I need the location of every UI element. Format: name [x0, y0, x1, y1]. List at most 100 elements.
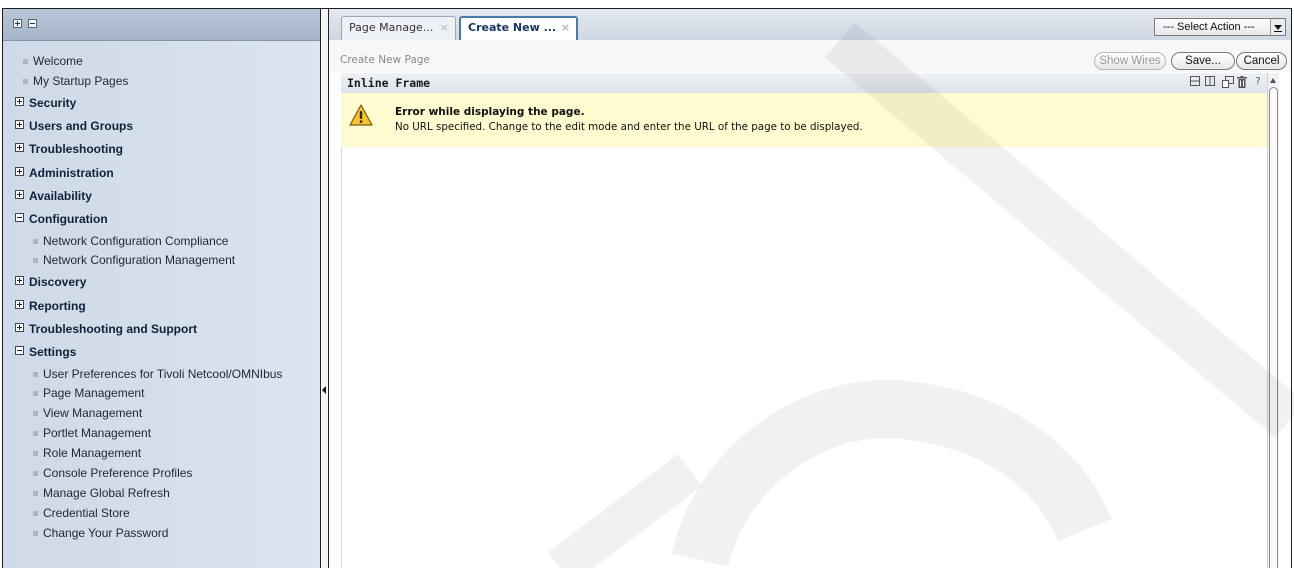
- error-title: Error while displaying the page.: [395, 106, 585, 118]
- nav-item-label: Users and Groups: [29, 119, 134, 134]
- expand-icon[interactable]: [15, 299, 24, 309]
- bullet-icon: [33, 431, 38, 437]
- console-window: Welcome My Startup Pages Security Users and…: [2, 8, 1292, 568]
- nav-item-label: View Management: [43, 406, 143, 421]
- expand-icon[interactable]: [15, 166, 24, 176]
- tab-label: Page Manage...: [349, 21, 434, 34]
- nav-category-configuration[interactable]: Configuration: [3, 208, 320, 231]
- inline-frame-body: [341, 147, 1267, 568]
- page-toolbar: Create New Page Show Wires Save... Cance…: [329, 40, 1291, 72]
- bullet-icon: [33, 411, 38, 417]
- main-content: Page Manage... × Create New ... × --- Se…: [329, 9, 1291, 568]
- nav-item-label: Welcome: [33, 54, 83, 68]
- expand-icon[interactable]: [15, 96, 24, 106]
- expand-icon[interactable]: [15, 189, 24, 199]
- nav-item-network-configuration-compliance[interactable]: Network Configuration Compliance: [3, 232, 320, 252]
- nav-category-reporting[interactable]: Reporting: [3, 295, 320, 318]
- nav-category-security[interactable]: Security: [3, 92, 320, 115]
- expand-icon[interactable]: [15, 143, 24, 153]
- collapse-nav-arrow-icon[interactable]: [322, 386, 326, 394]
- nav-item-label: Settings: [29, 345, 77, 360]
- nav-item-label: Credential Store: [43, 505, 130, 520]
- nav-item-console-preference-profiles[interactable]: Console Preference Profiles: [3, 464, 320, 484]
- minimize-icon[interactable]: [1190, 76, 1200, 88]
- portlet-title-bar: Inline Frame ?: [341, 73, 1267, 94]
- scrollbar-thumb[interactable]: [1269, 87, 1278, 568]
- bullet-icon: [33, 490, 38, 496]
- bullet-icon: [33, 530, 38, 536]
- bullet-icon: [33, 470, 38, 476]
- nav-item-label: Console Preference Profiles: [43, 465, 193, 480]
- bullet-icon: [33, 451, 38, 457]
- nav-item-label: Configuration: [29, 212, 108, 227]
- save-button[interactable]: Save...: [1171, 52, 1235, 70]
- scroll-up-arrow-icon[interactable]: [1270, 78, 1276, 83]
- bullet-icon: [33, 371, 38, 377]
- tab-create-new[interactable]: Create New ... ×: [459, 16, 578, 40]
- help-icon[interactable]: ?: [1253, 76, 1263, 88]
- nav-item-label: Network Configuration Compliance: [43, 233, 229, 248]
- nav-item-network-configuration-management[interactable]: Network Configuration Management: [3, 251, 320, 271]
- nav-item-credential-store[interactable]: Credential Store: [3, 504, 320, 524]
- maximize-icon[interactable]: [1205, 76, 1215, 88]
- select-action-value: --- Select Action ---: [1163, 21, 1255, 33]
- nav-item-label: Role Management: [43, 446, 142, 461]
- expand-all-icon[interactable]: [13, 19, 22, 28]
- nav-category-administration[interactable]: Administration: [3, 162, 320, 185]
- tab-label: Create New ...: [468, 21, 557, 34]
- vertical-scrollbar[interactable]: [1267, 73, 1279, 568]
- nav-item-label: Page Management: [43, 386, 145, 401]
- nav-header-bar: [3, 9, 320, 41]
- dropdown-arrow-icon[interactable]: [1270, 19, 1285, 35]
- nav-item-label: Change Your Password: [43, 525, 169, 540]
- nav-category-troubleshooting-and-support[interactable]: Troubleshooting and Support: [3, 318, 320, 341]
- close-tab-icon[interactable]: ×: [561, 18, 570, 38]
- bullet-icon: [23, 59, 28, 64]
- bullet-icon: [33, 238, 38, 244]
- nav-category-users-and-groups[interactable]: Users and Groups: [3, 115, 320, 138]
- nav-item-my-startup-pages[interactable]: My Startup Pages: [3, 72, 320, 92]
- nav-item-label: Network Configuration Management: [43, 253, 236, 268]
- expand-icon[interactable]: [15, 120, 24, 130]
- nav-item-role-management[interactable]: Role Management: [3, 444, 320, 464]
- nav-item-label: Discovery: [29, 275, 87, 290]
- nav-item-user-preferences-for-tivoli-netcool-omnibus[interactable]: User Preferences for Tivoli Netcool/OMNI…: [3, 365, 320, 385]
- tab-page-manage[interactable]: Page Manage... ×: [341, 16, 456, 40]
- portlet-title: Inline Frame: [347, 76, 431, 90]
- nav-category-availability[interactable]: Availability: [3, 185, 320, 208]
- warning-icon: [349, 104, 373, 126]
- nav-item-label: Troubleshooting: [29, 142, 123, 157]
- delete-icon[interactable]: [1237, 76, 1247, 88]
- close-tab-icon[interactable]: ×: [440, 17, 449, 39]
- collapse-icon[interactable]: [15, 213, 24, 223]
- nav-item-manage-global-refresh[interactable]: Manage Global Refresh: [3, 484, 320, 504]
- cancel-button[interactable]: Cancel: [1236, 52, 1287, 70]
- nav-item-welcome[interactable]: Welcome: [3, 52, 320, 72]
- nav-tree: Welcome My Startup Pages Security Users and…: [3, 52, 320, 544]
- nav-item-page-management[interactable]: Page Management: [3, 384, 320, 404]
- nav-item-view-management[interactable]: View Management: [3, 404, 320, 424]
- bullet-icon: [33, 391, 38, 397]
- nav-item-label: My Startup Pages: [33, 73, 129, 88]
- nav-item-label: Availability: [29, 188, 92, 203]
- nav-item-portlet-management[interactable]: Portlet Management: [3, 424, 320, 444]
- page-breadcrumb: Create New Page: [340, 54, 430, 66]
- show-wires-button[interactable]: Show Wires: [1094, 52, 1166, 70]
- error-message: No URL specified. Change to the edit mod…: [395, 121, 863, 133]
- nav-category-settings[interactable]: Settings: [3, 341, 320, 364]
- expand-icon[interactable]: [15, 276, 24, 286]
- new-window-icon[interactable]: [1222, 76, 1234, 88]
- nav-item-change-your-password[interactable]: Change Your Password: [3, 524, 320, 544]
- nav-item-label: Administration: [29, 165, 114, 180]
- expand-icon[interactable]: [15, 322, 24, 332]
- panel-splitter[interactable]: [320, 9, 329, 568]
- navigation-panel: Welcome My Startup Pages Security Users and…: [3, 9, 320, 568]
- collapse-all-icon[interactable]: [28, 19, 37, 28]
- nav-item-label: Reporting: [29, 298, 86, 313]
- nav-category-discovery[interactable]: Discovery: [3, 271, 320, 294]
- nav-item-label: User Preferences for Tivoli Netcool/OMNI…: [43, 366, 283, 381]
- nav-category-troubleshooting[interactable]: Troubleshooting: [3, 138, 320, 161]
- collapse-icon[interactable]: [15, 346, 24, 356]
- nav-item-label: Security: [29, 95, 77, 110]
- select-action-dropdown[interactable]: --- Select Action ---: [1154, 18, 1286, 36]
